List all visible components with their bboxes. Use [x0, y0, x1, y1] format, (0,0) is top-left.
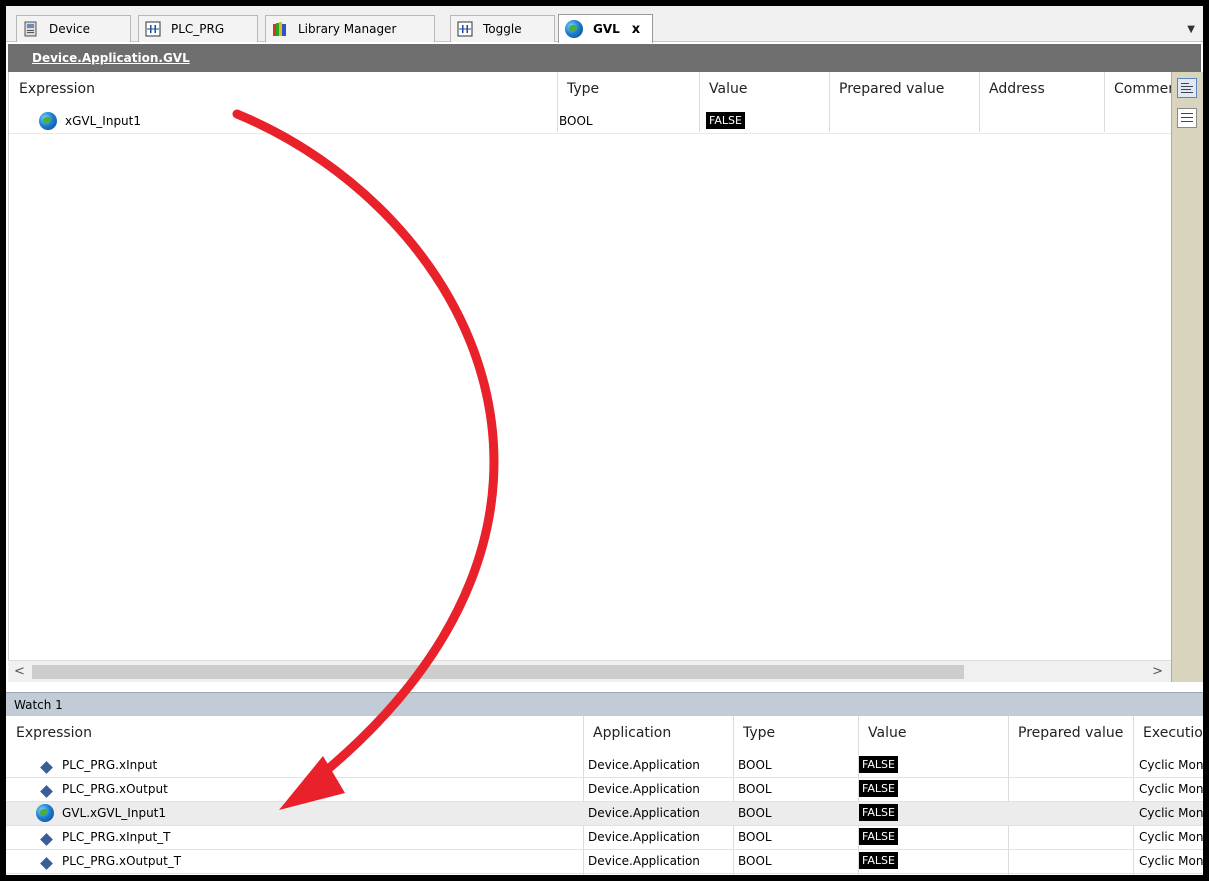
tab-toggle[interactable]: Toggle	[450, 15, 555, 42]
value-cell: FALSE	[706, 112, 745, 129]
type-cell: BOOL	[738, 830, 772, 844]
value-cell: FALSE	[859, 756, 898, 773]
column-header-type[interactable]: Type	[557, 72, 697, 100]
column-header-expression[interactable]: Expression	[6, 716, 581, 744]
object-path-link[interactable]: Device.Application.GVL	[32, 51, 190, 65]
application-cell: Device.Application	[588, 830, 700, 844]
variable-diamond-icon	[40, 761, 53, 774]
variable-diamond-icon	[40, 857, 53, 870]
tab-label: Library Manager	[298, 22, 397, 36]
execution-cell: Cyclic Moni	[1139, 758, 1203, 772]
table-row[interactable]: PLC_PRG.xOutput_T Device.Application BOO…	[6, 850, 1203, 874]
table-row-selected[interactable]: GVL.xGVL_Input1 Device.Application BOOL …	[6, 802, 1203, 826]
gvl-variables-table: Expression Type Value Prepared value Add…	[8, 72, 1172, 682]
globe-icon	[36, 804, 54, 822]
watch-table: Expression Application Type Value Prepar…	[6, 716, 1203, 875]
scroll-right-icon[interactable]: >	[1152, 664, 1163, 679]
globe-icon	[565, 20, 583, 38]
library-icon	[273, 22, 286, 36]
table-row[interactable]: PLC_PRG.xOutput Device.Application BOOL …	[6, 778, 1203, 802]
table-row[interactable]: PLC_PRG.xInput_T Device.Application BOOL…	[6, 826, 1203, 850]
type-cell: BOOL	[738, 782, 772, 796]
textual-view-button[interactable]	[1177, 78, 1197, 98]
view-toolbar	[1171, 72, 1203, 682]
type-cell: BOOL	[738, 854, 772, 868]
watch-panel-title: Watch 1	[6, 692, 1203, 716]
expression-cell: xGVL_Input1	[65, 114, 142, 128]
column-header-prepared-value[interactable]: Prepared value	[1008, 716, 1133, 744]
variable-diamond-icon	[40, 785, 53, 798]
table-row[interactable]: xGVL_Input1 BOOL FALSE	[9, 110, 1171, 134]
execution-cell: Cyclic Moni	[1139, 782, 1203, 796]
application-cell: Device.Application	[588, 854, 700, 868]
value-cell: FALSE	[859, 780, 898, 797]
tab-library-manager[interactable]: Library Manager	[265, 15, 435, 42]
column-header-expression[interactable]: Expression	[9, 72, 549, 100]
column-header-comment[interactable]: Commer	[1104, 72, 1172, 100]
column-header-type[interactable]: Type	[733, 716, 858, 744]
type-cell: BOOL	[738, 758, 772, 772]
tab-label: GVL	[593, 22, 620, 36]
scrollbar-thumb[interactable]	[32, 665, 964, 679]
close-icon[interactable]: x	[632, 22, 640, 37]
editor-tab-bar: Device PLC_PRG Library Manager Toggle GV…	[6, 6, 1203, 43]
globe-icon	[39, 112, 57, 130]
tab-label: Toggle	[483, 22, 522, 36]
column-header-value[interactable]: Value	[699, 72, 829, 100]
expression-cell: PLC_PRG.xOutput_T	[62, 854, 182, 868]
application-cell: Device.Application	[588, 806, 700, 820]
execution-cell: Cyclic Moni	[1139, 806, 1203, 820]
tab-label: Device	[49, 22, 91, 36]
tab-gvl[interactable]: GVL x	[558, 14, 653, 43]
application-cell: Device.Application	[588, 782, 700, 796]
object-path-bar: Device.Application.GVL	[8, 44, 1201, 72]
program-icon	[457, 21, 473, 37]
expression-cell: PLC_PRG.xInput_T	[62, 830, 171, 844]
type-cell: BOOL	[738, 806, 772, 820]
table-row[interactable]: PLC_PRG.xInput Device.Application BOOL F…	[6, 754, 1203, 778]
column-header-value[interactable]: Value	[858, 716, 1008, 744]
expression-cell: GVL.xGVL_Input1	[62, 806, 167, 820]
ide-window: Device PLC_PRG Library Manager Toggle GV…	[6, 6, 1203, 875]
horizontal-scrollbar[interactable]: < >	[8, 660, 1171, 682]
execution-cell: Cyclic Moni	[1139, 830, 1203, 844]
tab-list-dropdown-icon[interactable]: ▼	[1187, 24, 1195, 35]
program-icon	[145, 21, 161, 37]
value-cell: FALSE	[859, 804, 898, 821]
tab-plc-prg[interactable]: PLC_PRG	[138, 15, 258, 42]
column-header-execution[interactable]: Execution	[1133, 716, 1203, 744]
tab-device[interactable]: Device	[16, 15, 131, 42]
column-header-prepared-value[interactable]: Prepared value	[829, 72, 979, 100]
tabular-view-button[interactable]	[1177, 108, 1197, 128]
value-cell: FALSE	[859, 828, 898, 845]
tab-label: PLC_PRG	[171, 22, 225, 36]
column-header-address[interactable]: Address	[979, 72, 1104, 100]
scroll-left-icon[interactable]: <	[14, 664, 25, 679]
column-header-application[interactable]: Application	[583, 716, 733, 744]
application-cell: Device.Application	[588, 758, 700, 772]
device-icon	[24, 21, 37, 37]
type-cell: BOOL	[559, 114, 593, 128]
expression-cell: PLC_PRG.xInput	[62, 758, 158, 772]
expression-cell: PLC_PRG.xOutput	[62, 782, 168, 796]
value-cell: FALSE	[859, 852, 898, 869]
execution-cell: Cyclic Moni	[1139, 854, 1203, 868]
variable-diamond-icon	[40, 833, 53, 846]
